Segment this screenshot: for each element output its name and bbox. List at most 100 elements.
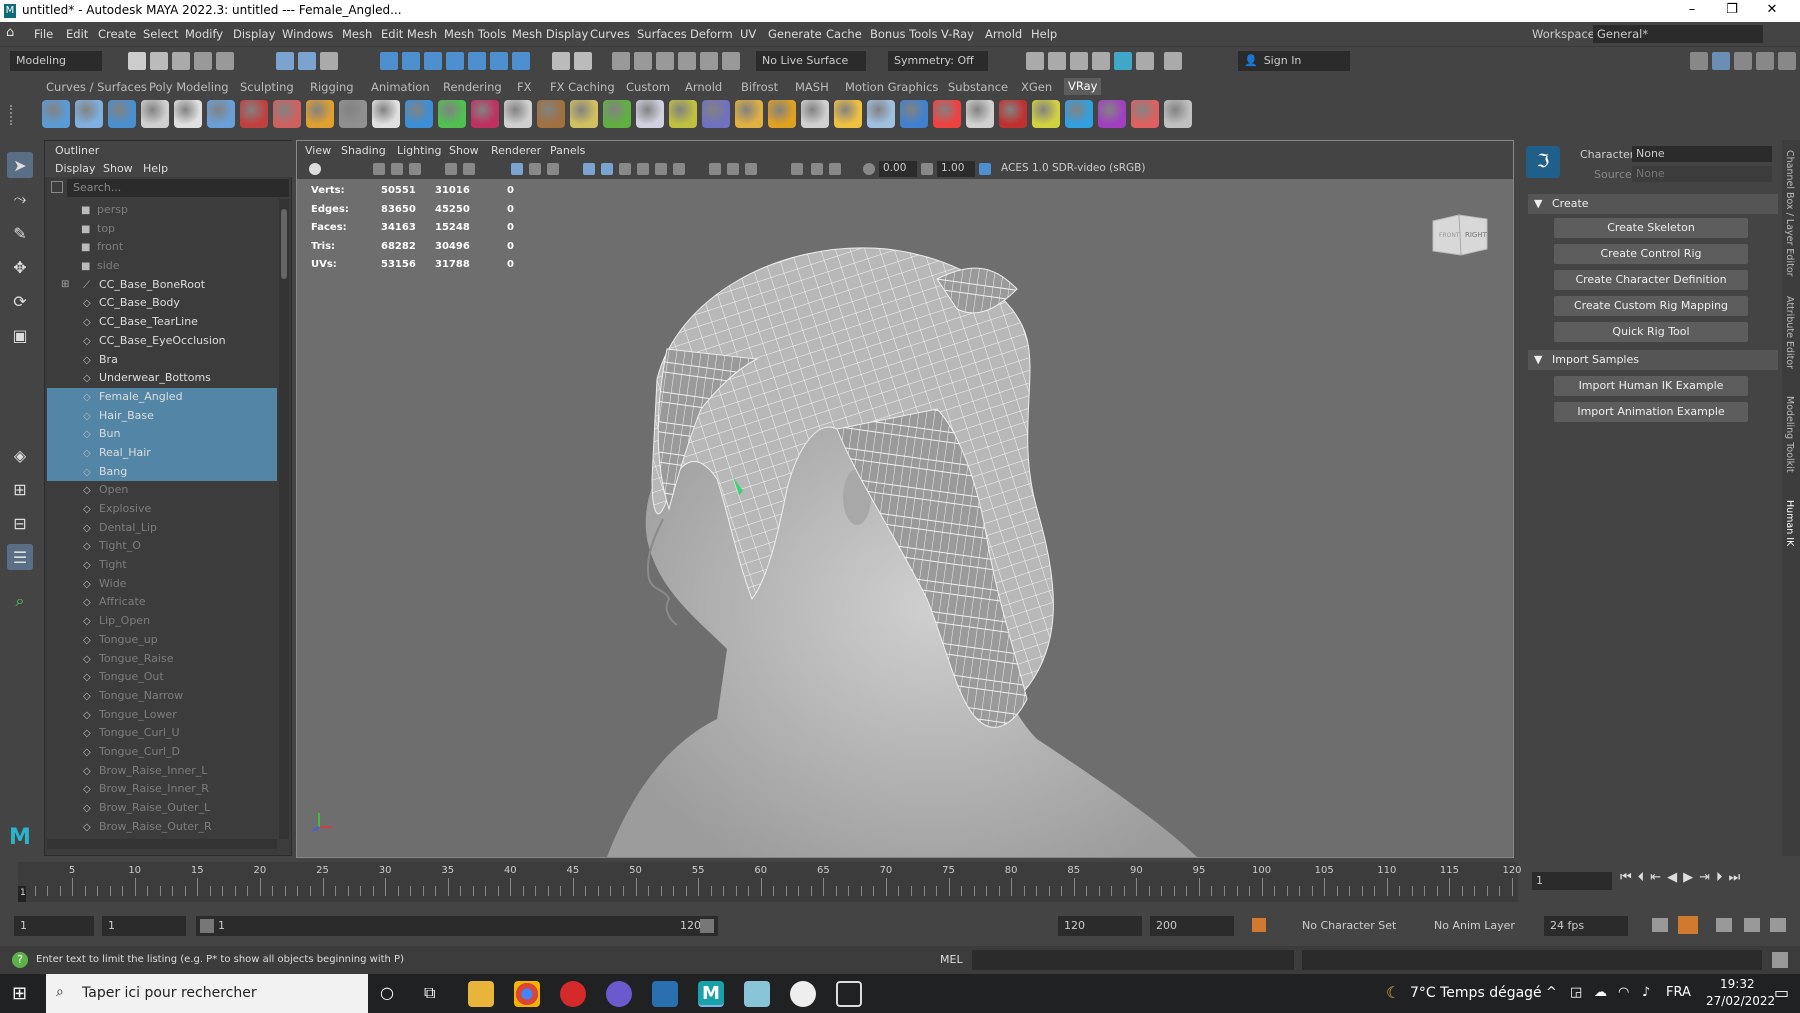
animation-start-field[interactable]: 1 [14,916,94,936]
import-samples-section-header[interactable]: ▼ Import Samples [1528,350,1778,370]
viewport-menu-panels[interactable]: Panels [550,144,585,157]
time-slider-track[interactable]: 5 10 15 20 25 30 35 40 45 50 55 60 65 70 75 80 85 90 95 100… [18,862,1522,902]
expand-icon[interactable]: ⊞ [61,276,69,295]
menu-mesh-display[interactable]: Mesh Display [512,27,588,41]
outliner-item[interactable]: ◇ Female_Angled [47,387,277,407]
opera-icon[interactable] [560,981,586,1007]
outliner-item[interactable]: ◇ CC_Base_TearLine [47,313,277,332]
anti-aliasing-icon[interactable] [745,163,757,175]
unreal-engine-icon[interactable] [790,981,816,1007]
shelf-tab-curves-surfaces[interactable]: Curves / Surfaces [46,80,147,94]
shelf-tool-icon[interactable] [141,100,169,128]
shelf-tool-icon[interactable] [801,100,829,128]
shelf-tab-motion-graphics[interactable]: Motion Graphics [845,80,938,94]
side-tab-channel-box[interactable]: Channel Box / Layer Editor [1784,150,1795,277]
shelf-tool-icon[interactable] [240,100,268,128]
menu-set-dropdown[interactable]: Modeling [10,51,102,71]
discord-icon[interactable] [606,981,632,1007]
outliner-item[interactable]: ◇ Brow_Raise_Inner_L [47,762,277,781]
shelf-tab-xgen[interactable]: XGen [1021,80,1052,94]
smooth-shade-icon[interactable] [601,163,613,175]
shelf-handle-icon[interactable] [10,105,26,125]
outliner-item[interactable]: ◇ CC_Base_Body [47,294,277,313]
shelf-tab-rigging[interactable]: Rigging [310,80,354,94]
lock-icon[interactable] [552,52,570,70]
outliner-item[interactable]: ◇ Tongue_Curl_D [47,743,277,762]
tray-chevron-icon[interactable]: ^ [1546,985,1557,1000]
outliner-item[interactable]: ◇ Affricate [47,593,277,612]
graph-layout-icon[interactable]: ⊟ [7,510,33,536]
shelf-tool-icon[interactable] [75,100,103,128]
pause-icon[interactable] [1164,52,1182,70]
import-human-ik-example-button[interactable]: Import Human IK Example [1554,376,1748,396]
menu-edit[interactable]: Edit [66,27,88,41]
outliner-item[interactable]: ◇ CC_Base_EyeOcclusion [47,332,277,351]
side-tab-human-ik[interactable]: Human IK [1784,500,1795,546]
menu-help[interactable]: Help [1031,27,1057,41]
outliner-item[interactable]: ■ side [47,257,277,276]
cortana-icon[interactable]: ○ [380,983,394,1002]
step-back-icon[interactable]: ⏴ [1638,870,1651,885]
shelf-tab-bifrost[interactable]: Bifrost [741,80,778,94]
outliner-item[interactable]: ◇ Tongue_Out [47,668,277,687]
restore-button[interactable]: ❐ [1712,0,1752,22]
shelf-tool-icon[interactable] [372,100,400,128]
textured-icon[interactable] [637,163,649,175]
create-section-header[interactable]: ▼ Create [1528,194,1778,214]
xray-icon[interactable] [811,163,823,175]
modeling-toolkit-icon[interactable] [1026,52,1044,70]
shelf-tool-icon[interactable] [999,100,1027,128]
hypershade-icon[interactable] [700,52,718,70]
create-skeleton-button[interactable]: Create Skeleton [1554,218,1748,238]
outliner-item[interactable]: ◇ Real_Hair [47,443,277,463]
outliner-item[interactable]: ⊞ ⟋ CC_Base_BoneRoot [47,276,277,295]
shelf-tool-icon[interactable] [42,100,70,128]
rotate-tool-icon[interactable]: ⟳ [7,288,33,314]
play-backward-icon[interactable]: ◀ [1667,870,1683,885]
image-plane-icon[interactable] [391,163,403,175]
step-back-key-icon[interactable]: ⇤ [1650,870,1667,885]
shelf-tool-icon[interactable] [273,100,301,128]
shelf-tab-substance[interactable]: Substance [948,80,1008,94]
save-scene-icon[interactable] [172,52,190,70]
auto-key-icon[interactable] [1252,918,1266,932]
outliner-menu-show[interactable]: Show [103,162,133,175]
file-explorer-icon[interactable] [468,981,494,1007]
cube-app-icon[interactable] [836,981,862,1007]
camera-attributes-icon[interactable] [409,163,421,175]
mel-command-input[interactable] [972,950,1294,970]
move-tool-icon[interactable]: ✥ [7,254,33,280]
render-view-icon[interactable] [722,52,740,70]
maya-taskbar-icon[interactable]: M [698,981,724,1007]
outliner-menu-help[interactable]: Help [143,162,168,175]
shadows-icon[interactable] [673,163,685,175]
go-to-end-icon[interactable]: ⏭ [1729,870,1747,885]
menu-windows[interactable]: Windows [282,27,333,41]
photos-icon[interactable] [652,981,678,1007]
shelf-tab-vray[interactable]: VRay [1064,78,1102,95]
wireframe-on-shaded-icon[interactable] [619,163,631,175]
menu-file[interactable]: File [34,27,53,41]
shelf-tool-icon[interactable] [438,100,466,128]
task-view-icon[interactable]: ⧉ [424,983,435,1003]
shelf-tab-sculpting[interactable]: Sculpting [240,80,294,94]
menu-modify[interactable]: Modify [185,27,223,41]
outliner-toggle-icon[interactable] [1712,52,1730,70]
workspace-settings-icon[interactable] [1778,52,1796,70]
step-forward-icon[interactable]: ⏵ [1716,870,1729,885]
outliner-search-input[interactable]: Search... [67,179,289,197]
menu-mesh-tools[interactable]: Mesh Tools [444,27,506,41]
outliner-item[interactable]: ◇ Underwear_Bottoms [47,369,277,388]
menu-curves[interactable]: Curves [590,27,630,41]
shelf-tab-mash[interactable]: MASH [795,80,829,94]
field-chart-icon[interactable] [547,163,559,175]
ipr-render-icon[interactable] [656,52,674,70]
paint-select-tool-icon[interactable]: ✎ [7,220,33,246]
volume-icon[interactable]: ♪ [1642,985,1650,1000]
snap-pivot-icon[interactable] [512,52,530,70]
film-gate-icon[interactable] [463,163,475,175]
outliner-item[interactable]: ◇ Bang [47,462,277,482]
shelf-tab-rendering[interactable]: Rendering [443,80,502,94]
go-to-start-icon[interactable]: ⏮ [1620,870,1638,885]
mel-label[interactable]: MEL [940,953,963,966]
